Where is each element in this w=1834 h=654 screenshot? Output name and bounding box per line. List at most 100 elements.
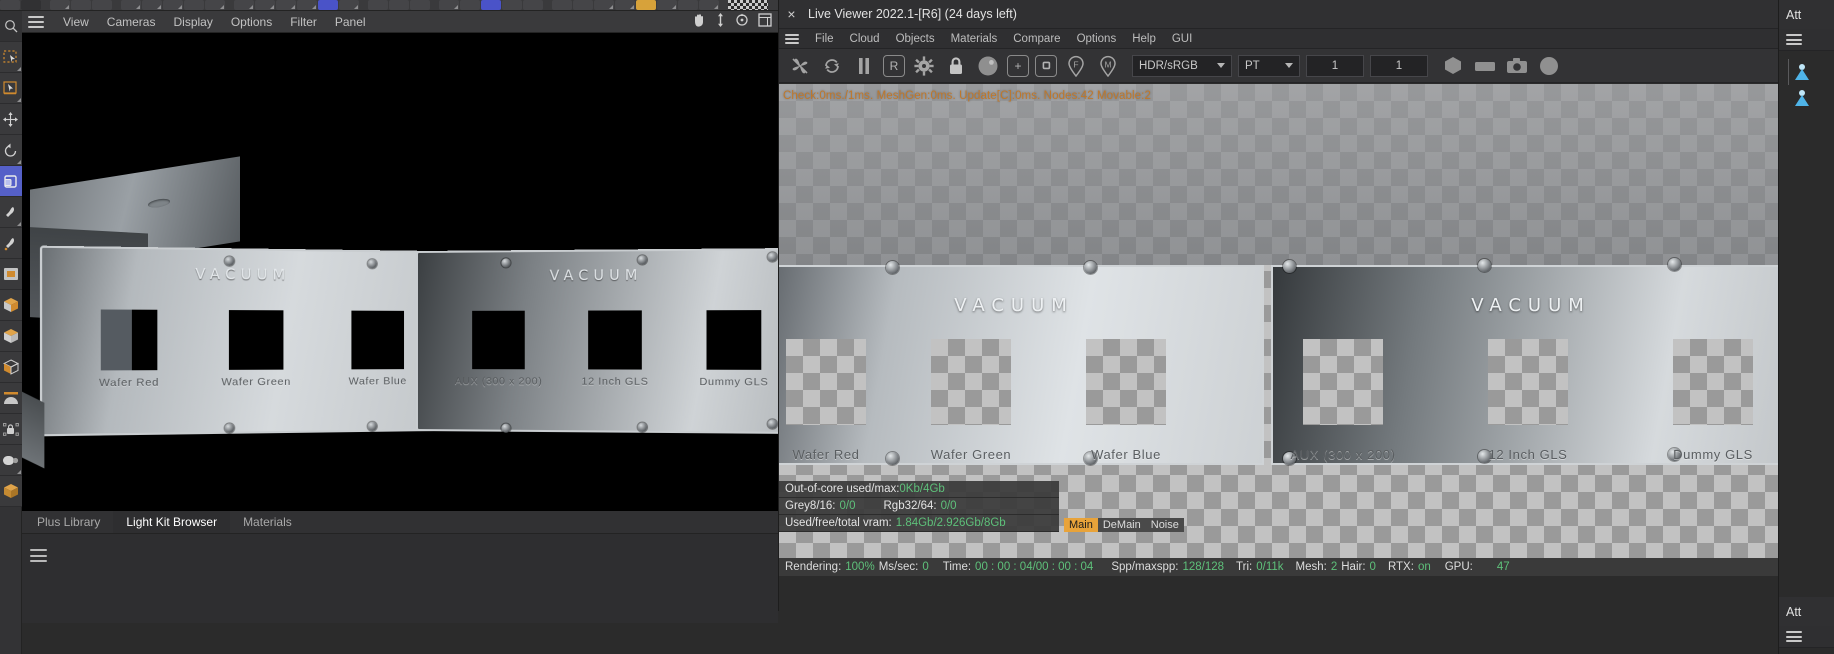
add-region-icon[interactable]: + <box>1007 54 1029 77</box>
search-icon[interactable] <box>0 11 22 42</box>
viewport-menu-cameras[interactable]: Cameras <box>98 13 165 31</box>
sphere-preview-icon[interactable] <box>975 53 1001 79</box>
value-field-1[interactable]: 1 <box>1306 54 1364 77</box>
cube-shaded-icon[interactable] <box>0 321 22 352</box>
lv-menu-help[interactable]: Help <box>1124 32 1164 46</box>
cube-orange-icon[interactable] <box>0 476 22 507</box>
viewport-menu-view[interactable]: View <box>54 13 98 31</box>
right-panel-hamburger-icon[interactable] <box>1786 34 1802 45</box>
region-render-icon[interactable]: R <box>883 54 905 77</box>
lv-menu-compare[interactable]: Compare <box>1005 32 1068 46</box>
material-picker-icon[interactable]: M <box>1095 53 1121 79</box>
rectangle-icon[interactable] <box>1472 53 1498 79</box>
focus-picker-icon[interactable]: F <box>1063 53 1089 79</box>
color-space-select[interactable]: HDR/sRGB <box>1132 54 1232 77</box>
toolbar-button[interactable] <box>678 0 698 10</box>
toolbar-button[interactable] <box>389 0 409 10</box>
render-kernel-select[interactable]: PT <box>1238 54 1300 77</box>
toolbar-button[interactable] <box>368 0 388 10</box>
library-menu-hamburger-icon[interactable] <box>30 549 47 562</box>
hexagon-icon[interactable] <box>1440 53 1466 79</box>
pass-badge-main[interactable]: Main <box>1064 518 1098 532</box>
viewport-menu-panel[interactable]: Panel <box>326 13 375 31</box>
camera-icon[interactable] <box>1504 53 1530 79</box>
toolbar-button[interactable] <box>50 0 70 10</box>
toolbar-group-3[interactable] <box>121 0 225 10</box>
pass-badge-noise[interactable]: Noise <box>1145 518 1184 532</box>
toolbar-button[interactable] <box>699 0 719 10</box>
brush-icon[interactable] <box>0 197 22 228</box>
hand-icon[interactable] <box>692 13 706 32</box>
lock-icon[interactable] <box>943 53 969 79</box>
toolbar-group-5[interactable] <box>368 0 430 10</box>
pause-icon[interactable] <box>851 53 877 79</box>
toolbar-button[interactable] <box>0 0 20 10</box>
toolbar-button[interactable] <box>297 0 317 10</box>
toolbar-group-2[interactable] <box>50 0 112 10</box>
toolbar-button[interactable] <box>502 0 522 10</box>
toolbar-button[interactable] <box>21 0 41 10</box>
value-field-2[interactable]: 1 <box>1370 54 1428 77</box>
toolbar-button[interactable] <box>184 0 204 10</box>
rotate-icon[interactable] <box>0 135 22 166</box>
capsule-icon[interactable] <box>0 445 22 476</box>
toolbar-button[interactable] <box>121 0 141 10</box>
toolbar-button[interactable] <box>657 0 677 10</box>
toolbar-button[interactable] <box>255 0 275 10</box>
toolbar-group-4[interactable] <box>234 0 359 10</box>
scene-panel-left[interactable]: VACUUM Wafer Red Wafer Green Wafer Blue <box>22 245 435 469</box>
refresh-icon[interactable] <box>819 53 845 79</box>
move-vertical-icon[interactable] <box>715 12 726 32</box>
viewport-3d-canvas[interactable]: VACUUM Wafer Red Wafer Green Wafer Blue … <box>22 33 778 511</box>
toolbar-button[interactable] <box>142 0 162 10</box>
tree-item-light-2[interactable] <box>1783 85 1830 111</box>
cube-wire-icon[interactable] <box>0 352 22 383</box>
toolbar-button[interactable] <box>339 0 359 10</box>
lv-menu-materials[interactable]: Materials <box>943 32 1006 46</box>
toolbar-button[interactable] <box>594 0 614 10</box>
toolbar-button-highlight[interactable] <box>636 0 656 10</box>
toolbar-button[interactable] <box>163 0 183 10</box>
settings-gear-icon[interactable] <box>911 53 937 79</box>
scene-panel-right[interactable]: VACUUM AUX (300 x 200) 12 Inch GLS Dummy… <box>416 248 778 434</box>
tree-item-light-1[interactable] <box>1783 59 1830 85</box>
toolbar-group-1[interactable] <box>0 0 41 10</box>
viewport-menu-options[interactable]: Options <box>222 13 281 31</box>
toolbar-button-selected[interactable] <box>481 0 501 10</box>
arch-icon[interactable] <box>0 383 22 414</box>
pass-badge-demain[interactable]: DeMain <box>1097 518 1146 532</box>
frame-icon[interactable] <box>0 259 22 290</box>
crop-region-icon[interactable] <box>1035 54 1057 77</box>
lv-menu-gui[interactable]: GUI <box>1164 32 1200 46</box>
toolbar-button[interactable] <box>71 0 91 10</box>
live-viewer-render-canvas[interactable]: Check:0ms./1ms. MeshGen:0ms. Update[C]:0… <box>779 84 1779 576</box>
toolbar-button[interactable] <box>234 0 254 10</box>
toolbar-button[interactable] <box>410 0 430 10</box>
tab-plus-library[interactable]: Plus Library <box>24 511 114 533</box>
toolbar-button[interactable] <box>205 0 225 10</box>
close-icon[interactable]: × <box>785 6 798 22</box>
scale-icon[interactable] <box>0 166 22 197</box>
toolbar-button[interactable] <box>439 0 459 10</box>
toolbar-button[interactable] <box>460 0 480 10</box>
toolbar-button[interactable] <box>523 0 543 10</box>
select-box-icon[interactable] <box>0 42 22 73</box>
right-panel-hamburger-icon-2[interactable] <box>1786 631 1802 642</box>
lv-menu-cloud[interactable]: Cloud <box>842 32 888 46</box>
toolbar-group-6[interactable] <box>439 0 543 10</box>
lv-menu-file[interactable]: File <box>807 32 842 46</box>
circle-icon[interactable] <box>1536 53 1562 79</box>
paint-icon[interactable] <box>0 228 22 259</box>
toolbar-button[interactable] <box>276 0 296 10</box>
toolbar-button[interactable] <box>552 0 572 10</box>
tree-item-light-3[interactable] <box>1779 648 1834 654</box>
lock-nodes-icon[interactable] <box>0 414 22 445</box>
toolbar-button[interactable] <box>92 0 112 10</box>
lv-menu-options[interactable]: Options <box>1069 32 1125 46</box>
viewport-menu-hamburger-icon[interactable] <box>28 15 44 28</box>
tab-materials[interactable]: Materials <box>230 511 305 533</box>
frame-icon[interactable] <box>758 12 772 32</box>
viewport-menu-display[interactable]: Display <box>164 13 221 31</box>
select-region-icon[interactable] <box>0 73 22 104</box>
move-icon[interactable] <box>0 104 22 135</box>
